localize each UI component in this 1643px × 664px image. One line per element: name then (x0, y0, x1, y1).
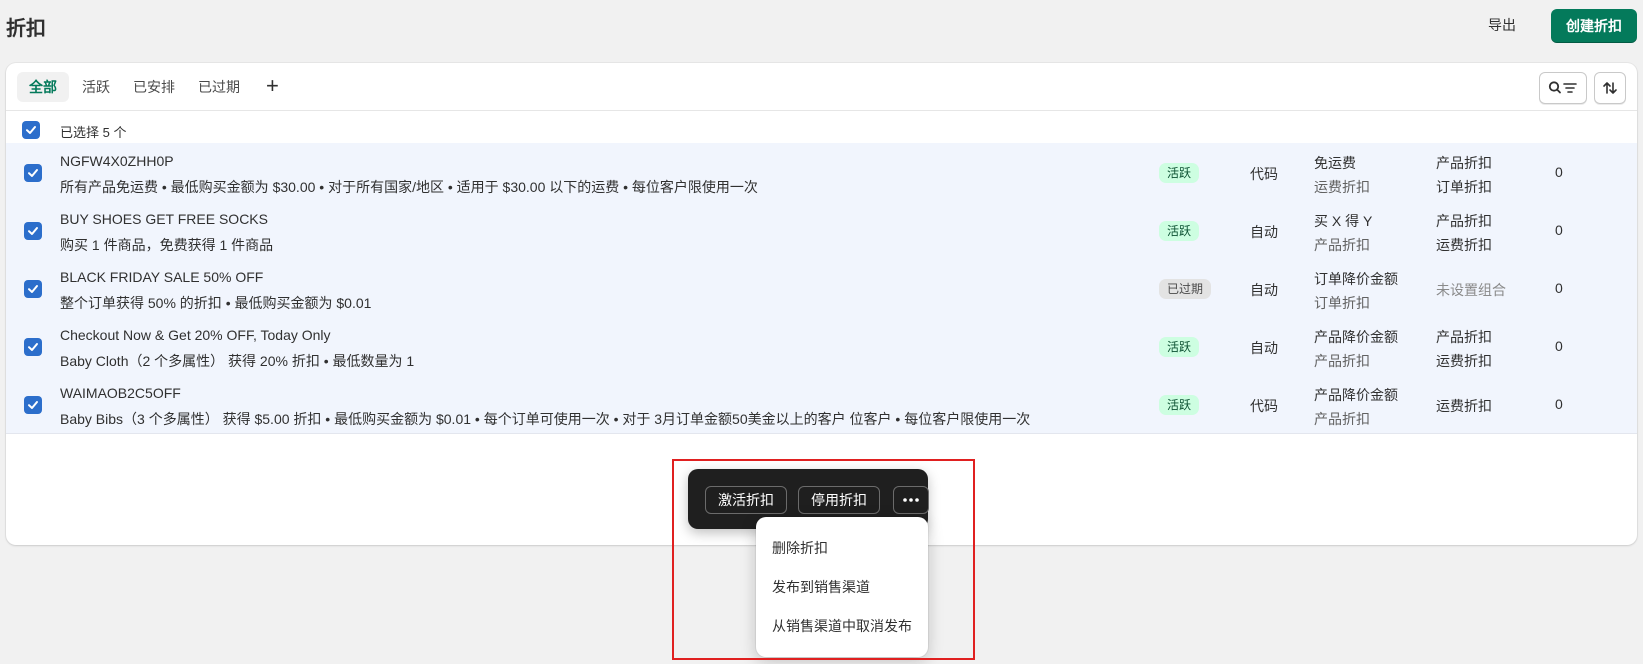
discount-method: 代码 (1250, 398, 1278, 414)
row-checkbox[interactable] (24, 396, 42, 414)
page-header: 折扣 导出 创建折扣 (0, 0, 1643, 52)
selected-count: 已选择 5 个 (60, 125, 127, 140)
check-icon (26, 126, 36, 134)
sort-button[interactable] (1594, 72, 1626, 104)
discount-type: 订单降价金额 (1314, 271, 1398, 287)
activate-discounts-button[interactable]: 激活折扣 (705, 486, 787, 514)
discount-class: 产品折扣 (1314, 237, 1370, 253)
add-view-button[interactable]: + (266, 71, 279, 101)
sort-icon (1603, 82, 1617, 94)
select-all-checkbox[interactable] (22, 121, 40, 139)
table-row[interactable]: WAIMAOB2C5OFF Baby Bibs（3 个多属性） 获得 $5.00… (6, 375, 1637, 434)
discount-title[interactable]: NGFW4X0ZHH0P (60, 153, 174, 169)
status-badge: 活跃 (1159, 337, 1200, 357)
more-horizontal-icon (903, 498, 919, 502)
discount-type: 买 X 得 Y (1314, 213, 1373, 229)
status-badge: 活跃 (1159, 221, 1200, 241)
discount-type: 免运费 (1314, 155, 1356, 171)
more-actions-button[interactable] (893, 486, 929, 514)
combination-2: 订单折扣 (1436, 179, 1492, 195)
status-badge: 活跃 (1159, 163, 1200, 183)
menu-item-publish[interactable]: 发布到销售渠道 (772, 577, 870, 597)
discount-type: 产品降价金额 (1314, 329, 1398, 345)
tab-scheduled[interactable]: 已安排 (121, 72, 187, 102)
combination-2: 运费折扣 (1436, 353, 1492, 369)
check-icon (28, 401, 38, 409)
usage-count: 0 (1555, 164, 1563, 180)
discount-title[interactable]: BLACK FRIDAY SALE 50% OFF (60, 269, 263, 285)
usage-count: 0 (1555, 396, 1563, 412)
discount-method: 自动 (1250, 282, 1278, 298)
discount-title[interactable]: Checkout Now & Get 20% OFF, Today Only (60, 327, 331, 343)
menu-item-unpublish[interactable]: 从销售渠道中取消发布 (772, 616, 912, 636)
usage-count: 0 (1555, 280, 1563, 296)
discount-method: 自动 (1250, 340, 1278, 356)
more-actions-menu: 删除折扣 发布到销售渠道 从销售渠道中取消发布 (756, 517, 928, 657)
tab-active[interactable]: 活跃 (70, 72, 122, 102)
status-badge: 活跃 (1159, 395, 1200, 415)
check-icon (28, 343, 38, 351)
discount-method: 代码 (1250, 166, 1278, 182)
table-row[interactable]: Checkout Now & Get 20% OFF, Today Only B… (6, 317, 1637, 376)
discount-description: 所有产品免运费 • 最低购买金额为 $30.00 • 对于所有国家/地区 • 适… (60, 179, 758, 195)
discount-description: 购买 1 件商品，免费获得 1 件商品 (60, 237, 274, 253)
table-row[interactable]: BLACK FRIDAY SALE 50% OFF 整个订单获得 50% 的折扣… (6, 259, 1637, 318)
menu-item-delete[interactable]: 删除折扣 (772, 538, 828, 558)
create-discount-button[interactable]: 创建折扣 (1551, 9, 1637, 43)
discount-title[interactable]: WAIMAOB2C5OFF (60, 385, 181, 401)
discount-class: 产品折扣 (1314, 353, 1370, 369)
row-checkbox[interactable] (24, 338, 42, 356)
combination-none: 未设置组合 (1436, 282, 1506, 298)
row-checkbox[interactable] (24, 280, 42, 298)
discount-description: Baby Bibs（3 个多属性） 获得 $5.00 折扣 • 最低购买金额为 … (60, 411, 1031, 427)
discount-description: 整个订单获得 50% 的折扣 • 最低购买金额为 $0.01 (60, 295, 372, 311)
tab-all[interactable]: 全部 (17, 72, 69, 102)
status-badge: 已过期 (1159, 279, 1212, 299)
search-filter-button[interactable] (1539, 72, 1587, 104)
page-title: 折扣 (6, 18, 46, 40)
discount-type: 产品降价金额 (1314, 387, 1398, 403)
combination-2: 运费折扣 (1436, 237, 1492, 253)
combination-1: 运费折扣 (1436, 398, 1492, 414)
combination-1: 产品折扣 (1436, 329, 1492, 345)
discount-class: 产品折扣 (1314, 411, 1370, 427)
check-icon (28, 227, 38, 235)
deactivate-discounts-button[interactable]: 停用折扣 (798, 486, 880, 514)
combination-1: 产品折扣 (1436, 155, 1492, 171)
discount-method: 自动 (1250, 224, 1278, 240)
discount-title[interactable]: BUY SHOES GET FREE SOCKS (60, 211, 268, 227)
check-icon (28, 285, 38, 293)
usage-count: 0 (1555, 222, 1563, 238)
discount-class: 运费折扣 (1314, 179, 1370, 195)
row-checkbox[interactable] (24, 222, 42, 240)
table-row[interactable]: BUY SHOES GET FREE SOCKS 购买 1 件商品，免费获得 1… (6, 201, 1637, 260)
usage-count: 0 (1555, 338, 1563, 354)
table-row[interactable]: NGFW4X0ZHH0P 所有产品免运费 • 最低购买金额为 $30.00 • … (6, 143, 1637, 202)
row-checkbox[interactable] (24, 164, 42, 182)
tabs-bar: 全部 活跃 已安排 已过期 + (6, 63, 1637, 111)
tab-expired[interactable]: 已过期 (186, 72, 252, 102)
discount-description: Baby Cloth（2 个多属性） 获得 20% 折扣 • 最低数量为 1 (60, 353, 415, 369)
search-filter-icon (1548, 81, 1577, 94)
combination-1: 产品折扣 (1436, 213, 1492, 229)
export-button[interactable]: 导出 (1488, 14, 1516, 36)
check-icon (28, 169, 38, 177)
discount-class: 订单折扣 (1314, 295, 1370, 311)
